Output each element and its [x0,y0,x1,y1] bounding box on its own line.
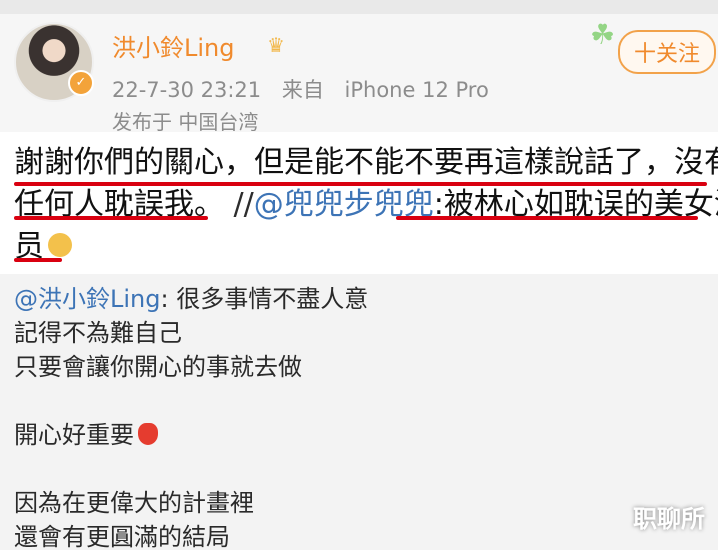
quote-line-2: 記得不為難自己 [14,319,182,347]
username[interactable]: 洪小鈴Ling [112,28,234,63]
clover-decoration-icon: ☘ [590,18,616,51]
content-separator: // [224,187,254,222]
quote-text-1: : 很多事情不盡人意 [160,285,369,313]
tongue-face-emoji [48,232,72,257]
content-line-3: 员 [14,226,704,268]
quote-mention[interactable]: @洪小鈴Ling [14,285,160,313]
post-meta: 22-7-30 23:21 来自 iPhone 12 Pro [112,74,503,104]
follow-button[interactable]: 十关注 [618,30,716,74]
underline-4 [14,258,62,262]
underline-2 [14,216,208,220]
quote-text-4: 開心好重要 [14,421,134,449]
content-line-1: 謝謝你們的關心，但是能不能不要再這樣說話了，沒有 [14,142,718,184]
quote-spacer-2 [14,452,664,486]
quote-line-1: @洪小鈴Ling: 很多事情不盡人意 [14,282,664,316]
timestamp: 22-7-30 23:21 [112,78,262,102]
quote-line-6: 還會有更圓滿的結局 [14,523,230,551]
underline-1 [14,182,707,186]
follow-label: 十关注 [633,42,700,67]
quoted-post: @洪小鈴Ling: 很多事情不盡人意 記得不為難自己 只要會讓你開心的事就去做 … [14,282,664,554]
location: 发布于 中国台湾 [112,110,259,134]
quote-spacer-1 [14,384,664,418]
underline-3 [396,216,698,220]
verified-badge-icon: ✓ [68,70,94,96]
strawberry-emoji [138,423,158,445]
content-text-1: 謝謝你們的關心，但是能不能不要再這樣說話了，沒有 [14,145,718,180]
quote-line-3: 只要會讓你開心的事就去做 [14,353,302,381]
quote-line-5: 因為在更偉大的計畫裡 [14,489,254,517]
post-content: 謝謝你們的關心，但是能不能不要再這樣說話了，沒有 任何人耽誤我。 //@兜兜步兜… [14,142,718,268]
top-bar [0,0,718,14]
source-device: iPhone 12 Pro [344,78,489,102]
crown-icon: ♛ [267,33,285,57]
quote-line-4: 開心好重要 [14,418,664,452]
source-prefix: 来自 [281,78,324,102]
watermark: 职聊所 [633,505,705,533]
